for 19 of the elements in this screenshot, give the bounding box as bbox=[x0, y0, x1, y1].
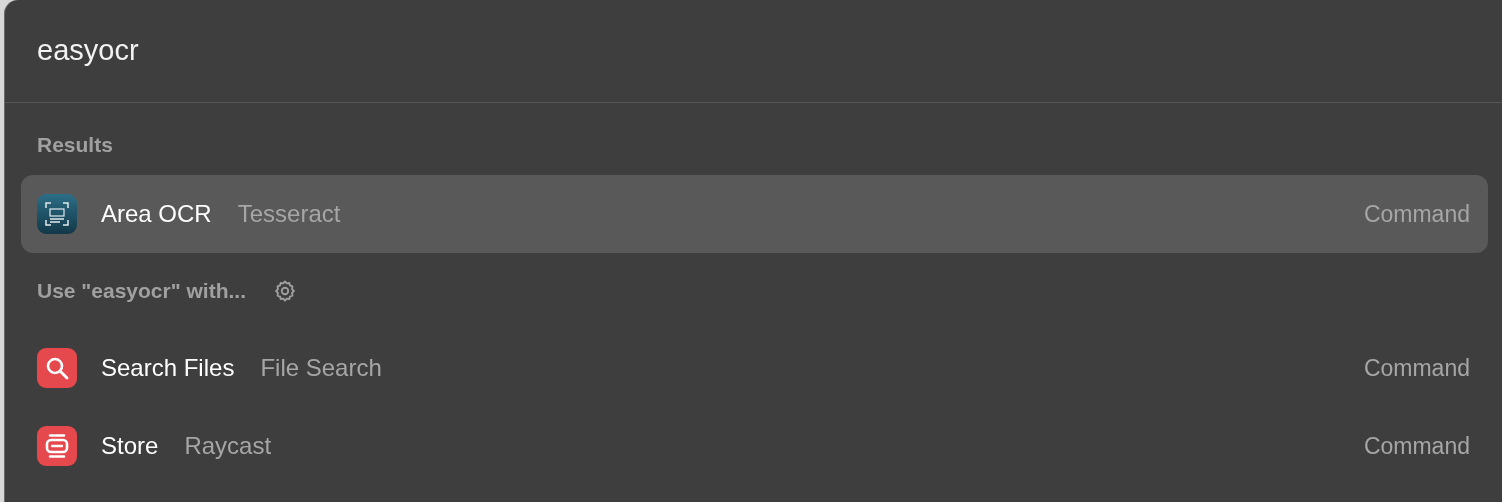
search-icon bbox=[37, 348, 77, 388]
ocr-app-icon bbox=[37, 194, 77, 234]
result-subtitle: Tesseract bbox=[237, 199, 341, 229]
result-subtitle: Raycast bbox=[184, 431, 272, 461]
search-field[interactable]: easyocr bbox=[37, 29, 637, 73]
result-row[interactable]: Search Files File Search Command bbox=[21, 329, 1488, 407]
store-icon bbox=[37, 426, 77, 466]
result-row[interactable]: Area OCR Tesseract Command bbox=[21, 175, 1488, 253]
result-type: Command bbox=[1363, 431, 1470, 461]
section-heading: Results bbox=[37, 132, 113, 159]
section-heading: Use "easyocr" with... bbox=[37, 278, 246, 305]
result-title: Area OCR bbox=[101, 199, 212, 229]
result-subtitle: File Search bbox=[260, 353, 382, 383]
result-title: Store bbox=[101, 431, 159, 461]
settings-icon[interactable] bbox=[272, 278, 298, 304]
result-title: Search Files bbox=[101, 353, 235, 383]
result-type: Command bbox=[1363, 199, 1470, 229]
result-row[interactable]: Store Raycast Command bbox=[21, 407, 1488, 485]
result-type: Command bbox=[1363, 353, 1470, 383]
